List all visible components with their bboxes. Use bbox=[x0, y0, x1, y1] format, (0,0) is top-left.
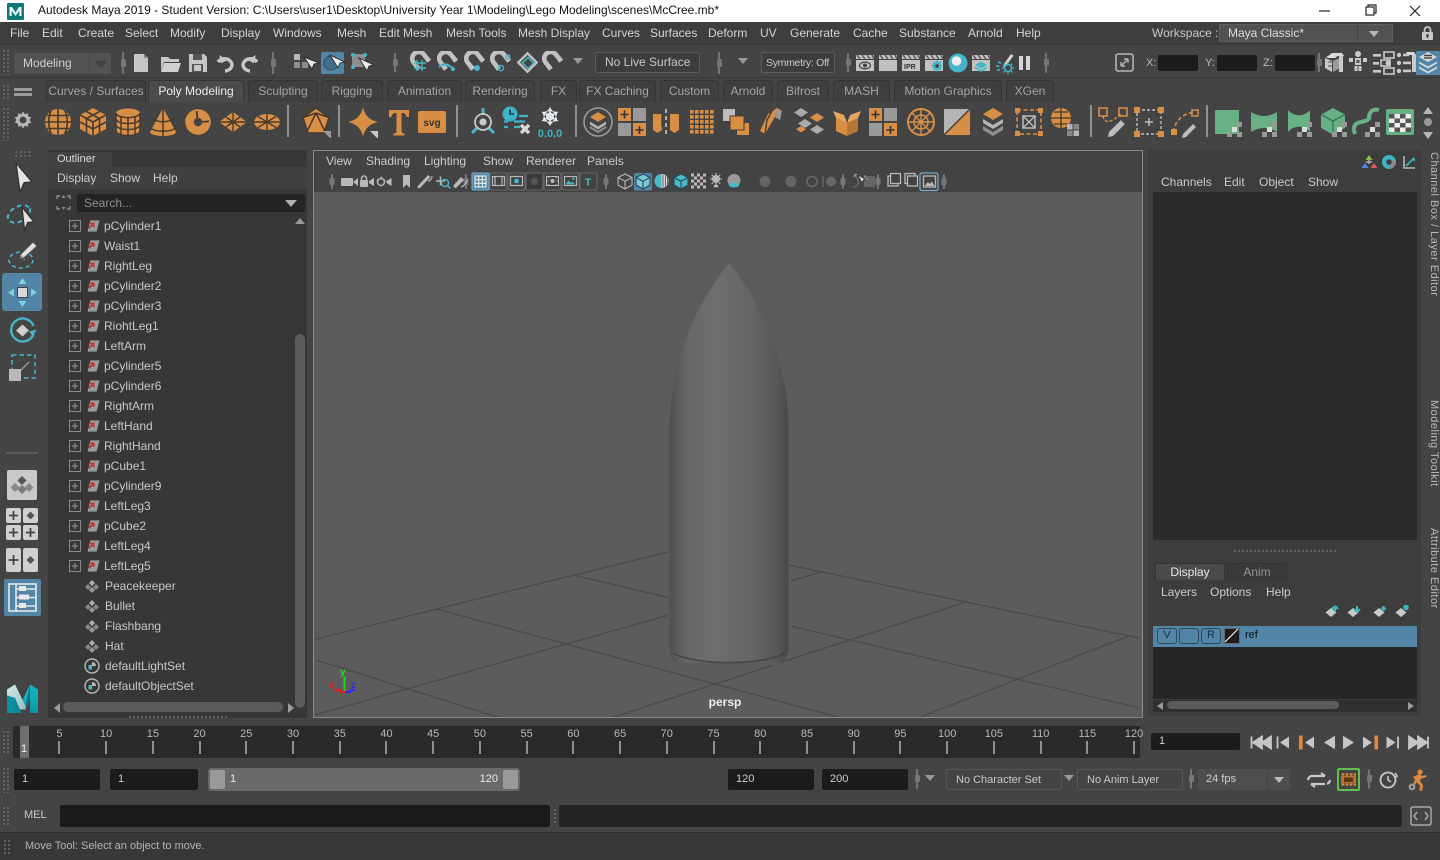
svg-text:IPR: IPR bbox=[904, 64, 916, 71]
svg-text:persp: persp bbox=[709, 695, 742, 709]
svg-text:svg: svg bbox=[423, 118, 440, 129]
svg-text:T: T bbox=[585, 178, 591, 189]
svg-text:0,0,0: 0,0,0 bbox=[538, 128, 562, 138]
svg-text:y: y bbox=[340, 667, 346, 678]
